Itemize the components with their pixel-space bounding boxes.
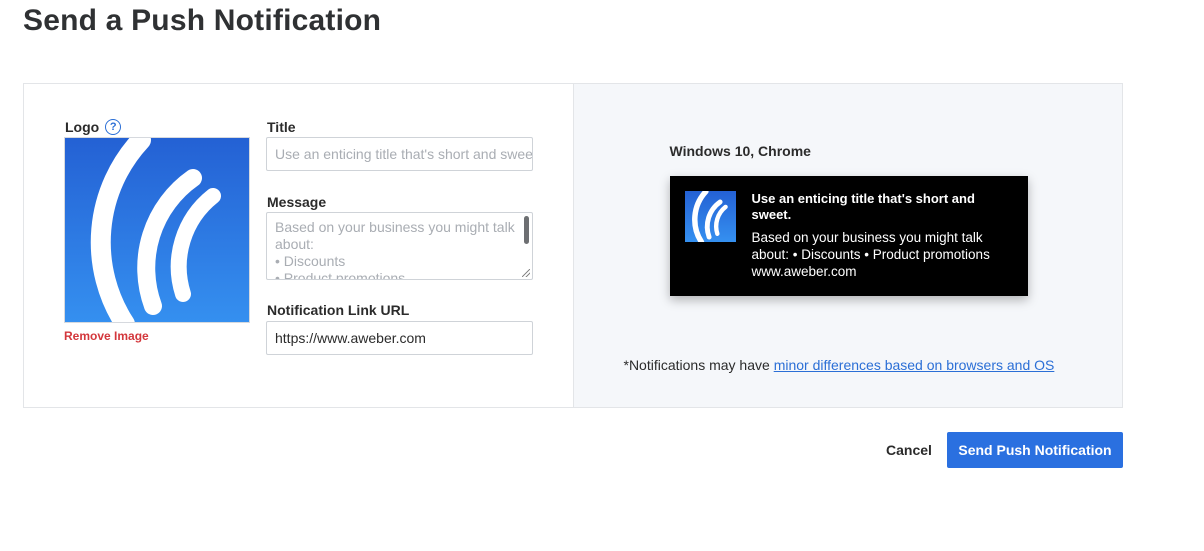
logo-label-text: Logo bbox=[65, 119, 100, 135]
help-icon[interactable]: ? bbox=[105, 119, 122, 135]
textarea-scrollbar[interactable] bbox=[524, 216, 529, 244]
preview-platform-label: Windows 10, Chrome bbox=[669, 143, 811, 159]
editor-panel: Logo ? Remove Image Title Use an enticin… bbox=[24, 84, 573, 407]
notification-preview: Use an enticing title that's short and s… bbox=[669, 176, 1028, 296]
message-placeholder-line: • Product promotions bbox=[275, 270, 406, 280]
send-push-notification-button[interactable]: Send Push Notification bbox=[947, 432, 1123, 468]
notification-url: www.aweber.com bbox=[751, 264, 857, 279]
notification-body: Based on your business you might talk ab… bbox=[751, 230, 990, 262]
notification-text: Use an enticing title that's short and s… bbox=[752, 191, 1014, 280]
logo-label: Logo ? bbox=[65, 119, 122, 135]
aweber-waves-icon bbox=[684, 191, 736, 242]
title-placeholder: Use an enticing title that's short and s… bbox=[275, 146, 533, 162]
logo-image[interactable] bbox=[64, 137, 250, 323]
page-title: Send a Push Notification bbox=[23, 4, 382, 37]
message-placeholder-line: • Discounts bbox=[275, 253, 346, 269]
preview-disclaimer: *Notifications may have minor difference… bbox=[624, 357, 1055, 373]
cancel-button[interactable]: Cancel bbox=[874, 432, 944, 468]
message-label: Message bbox=[267, 194, 327, 210]
message-placeholder-line: Based on your business you might talk ab… bbox=[275, 219, 515, 252]
disclaimer-text: *Notifications may have bbox=[623, 357, 774, 373]
textarea-resize-handle[interactable] bbox=[522, 269, 530, 277]
link-url-input[interactable]: https://www.aweber.com bbox=[266, 321, 533, 355]
preview-panel: Windows 10, Chrome Use an enticing title… bbox=[572, 84, 1122, 407]
notification-logo bbox=[684, 191, 736, 242]
notification-editor-card: Logo ? Remove Image Title Use an enticin… bbox=[23, 83, 1123, 408]
title-label: Title bbox=[267, 119, 296, 135]
title-input[interactable]: Use an enticing title that's short and s… bbox=[266, 137, 533, 171]
notification-title: Use an enticing title that's short and s… bbox=[751, 191, 975, 222]
link-url-value: https://www.aweber.com bbox=[275, 330, 426, 346]
disclaimer-link[interactable]: minor differences based on browsers and … bbox=[774, 357, 1055, 373]
aweber-waves-icon bbox=[65, 138, 249, 322]
link-url-label: Notification Link URL bbox=[267, 302, 410, 318]
remove-image-link[interactable]: Remove Image bbox=[64, 329, 149, 343]
message-textarea[interactable]: Based on your business you might talk ab… bbox=[266, 212, 533, 280]
